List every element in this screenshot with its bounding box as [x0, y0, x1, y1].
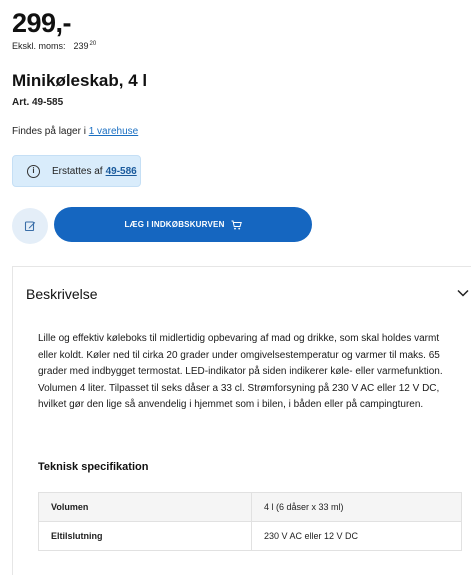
article-number: Art. 49-585 [12, 97, 64, 108]
stock-status: Findes på lager i 1 varehuse [12, 126, 138, 137]
replacement-text: Erstattes af [52, 165, 103, 177]
ex-vat-label: Ekskl. moms: [12, 41, 66, 51]
stock-text: Findes på lager i [12, 126, 86, 137]
spec-value: 4 l (6 dåser x 33 ml) [251, 492, 462, 522]
spec-key: Volumen [38, 492, 252, 522]
add-to-cart-label: LÆG I INDKØBSKURVEN [124, 220, 225, 229]
ex-vat-value: 23920 [74, 41, 97, 51]
price: 299,- [12, 8, 72, 38]
price-ex-vat: Ekskl. moms: 23920 [12, 41, 96, 51]
spec-value: 230 V AC eller 12 V DC [251, 521, 462, 551]
spec-title: Teknisk specifikation [38, 461, 149, 473]
add-to-cart-button[interactable]: LÆG I INDKØBSKURVEN [54, 207, 312, 242]
description-heading[interactable]: Beskrivelse [26, 286, 98, 302]
ex-vat-cents: 20 [89, 41, 97, 47]
table-row: Eltilslutning 230 V AC eller 12 V DC [38, 521, 462, 551]
replacement-link[interactable]: 49-586 [106, 166, 137, 177]
table-row: Volumen 4 l (6 dåser x 33 ml) [38, 492, 462, 522]
edit-button[interactable] [12, 208, 48, 244]
description-text: Lille og effektiv køleboks til midlertid… [38, 333, 443, 410]
info-icon: i [27, 164, 40, 178]
pencil-icon [24, 221, 36, 232]
spec-key: Eltilslutning [38, 521, 252, 551]
replacement-notice: i Erstattes af 49-586 [12, 155, 141, 187]
replacement-text-wrap: Erstattes af 49-586 [52, 166, 137, 177]
ex-vat-main: 239 [73, 41, 89, 51]
cart-icon [231, 220, 242, 230]
product-title: Minikøleskab, 4 l [12, 71, 148, 90]
chevron-down-icon[interactable] [456, 286, 470, 300]
warehouse-link[interactable]: 1 varehuse [89, 126, 138, 137]
spec-table: Volumen 4 l (6 dåser x 33 ml) Eltilslutn… [38, 492, 462, 551]
